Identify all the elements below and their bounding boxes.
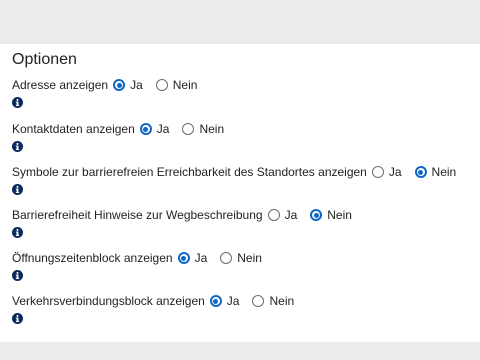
option-label: Öffnungszeitenblock anzeigen <box>12 251 173 265</box>
option-row: Kontaktdaten anzeigen Ja Nein <box>12 121 478 137</box>
info-circle-icon[interactable] <box>12 227 23 238</box>
panel-title: Optionen <box>12 51 77 68</box>
radio-ja-label: Ja <box>130 78 143 92</box>
options-panel: Optionen Adresse anzeigen Ja Nein Kontak… <box>0 44 480 342</box>
option-label: Symbole zur barrierefreien Erreichbarkei… <box>12 165 367 179</box>
option-label: Kontaktdaten anzeigen <box>12 122 135 136</box>
radio-nein-label: Nein <box>431 165 457 179</box>
option-adresse: Adresse anzeigen Ja Nein <box>12 77 478 108</box>
info-circle-icon[interactable] <box>12 270 23 281</box>
option-kontaktdaten: Kontaktdaten anzeigen Ja Nein <box>12 121 478 152</box>
radio-nein-label: Nein <box>172 78 198 92</box>
option-verkehrsverbindungsblock: Verkehrsverbindungsblock anzeigen Ja Nei… <box>12 293 478 324</box>
radio-nein[interactable] <box>220 252 233 264</box>
radio-ja-label: Ja <box>284 208 298 222</box>
option-barrierefreiheit-hinweise: Barrierefreiheit Hinweise zur Wegbeschre… <box>12 207 478 238</box>
info-circle-icon[interactable] <box>12 97 23 108</box>
bottom-band <box>0 342 480 360</box>
radio-nein-label: Nein <box>269 294 295 308</box>
option-oeffnungszeitenblock: Öffnungszeitenblock anzeigen Ja Nein <box>12 250 478 281</box>
radio-ja-label: Ja <box>388 165 402 179</box>
option-label: Adresse anzeigen <box>12 78 109 92</box>
option-row: Adresse anzeigen Ja Nein <box>12 77 478 93</box>
info-circle-icon[interactable] <box>12 184 23 195</box>
radio-ja-label: Ja <box>156 122 170 136</box>
radio-ja[interactable] <box>209 295 222 307</box>
radio-ja[interactable] <box>267 209 280 221</box>
info-circle-icon[interactable] <box>12 141 23 152</box>
option-row: Barrierefreiheit Hinweise zur Wegbeschre… <box>12 207 478 223</box>
option-row: Verkehrsverbindungsblock anzeigen Ja Nei… <box>12 293 478 309</box>
radio-nein-label: Nein <box>199 122 225 136</box>
radio-nein[interactable] <box>155 79 168 91</box>
option-label: Barrierefreiheit Hinweise zur Wegbeschre… <box>12 208 263 222</box>
radio-ja[interactable] <box>371 166 384 178</box>
radio-nein[interactable] <box>182 123 195 135</box>
top-band <box>0 0 480 44</box>
option-symbole-barrierefrei: Symbole zur barrierefreien Erreichbarkei… <box>12 164 478 195</box>
radio-ja[interactable] <box>139 123 152 135</box>
radio-ja[interactable] <box>113 79 126 91</box>
radio-nein[interactable] <box>252 295 265 307</box>
option-label: Verkehrsverbindungsblock anzeigen <box>12 294 205 308</box>
radio-nein-label: Nein <box>327 208 352 222</box>
radio-nein[interactable] <box>414 166 427 178</box>
radio-ja-label: Ja <box>194 251 208 265</box>
option-row: Öffnungszeitenblock anzeigen Ja Nein <box>12 250 478 266</box>
info-circle-icon[interactable] <box>12 313 23 324</box>
radio-nein-label: Nein <box>237 251 262 265</box>
option-row: Symbole zur barrierefreien Erreichbarkei… <box>12 164 478 180</box>
radio-nein[interactable] <box>310 209 323 221</box>
radio-ja[interactable] <box>177 252 190 264</box>
radio-ja-label: Ja <box>226 294 240 308</box>
